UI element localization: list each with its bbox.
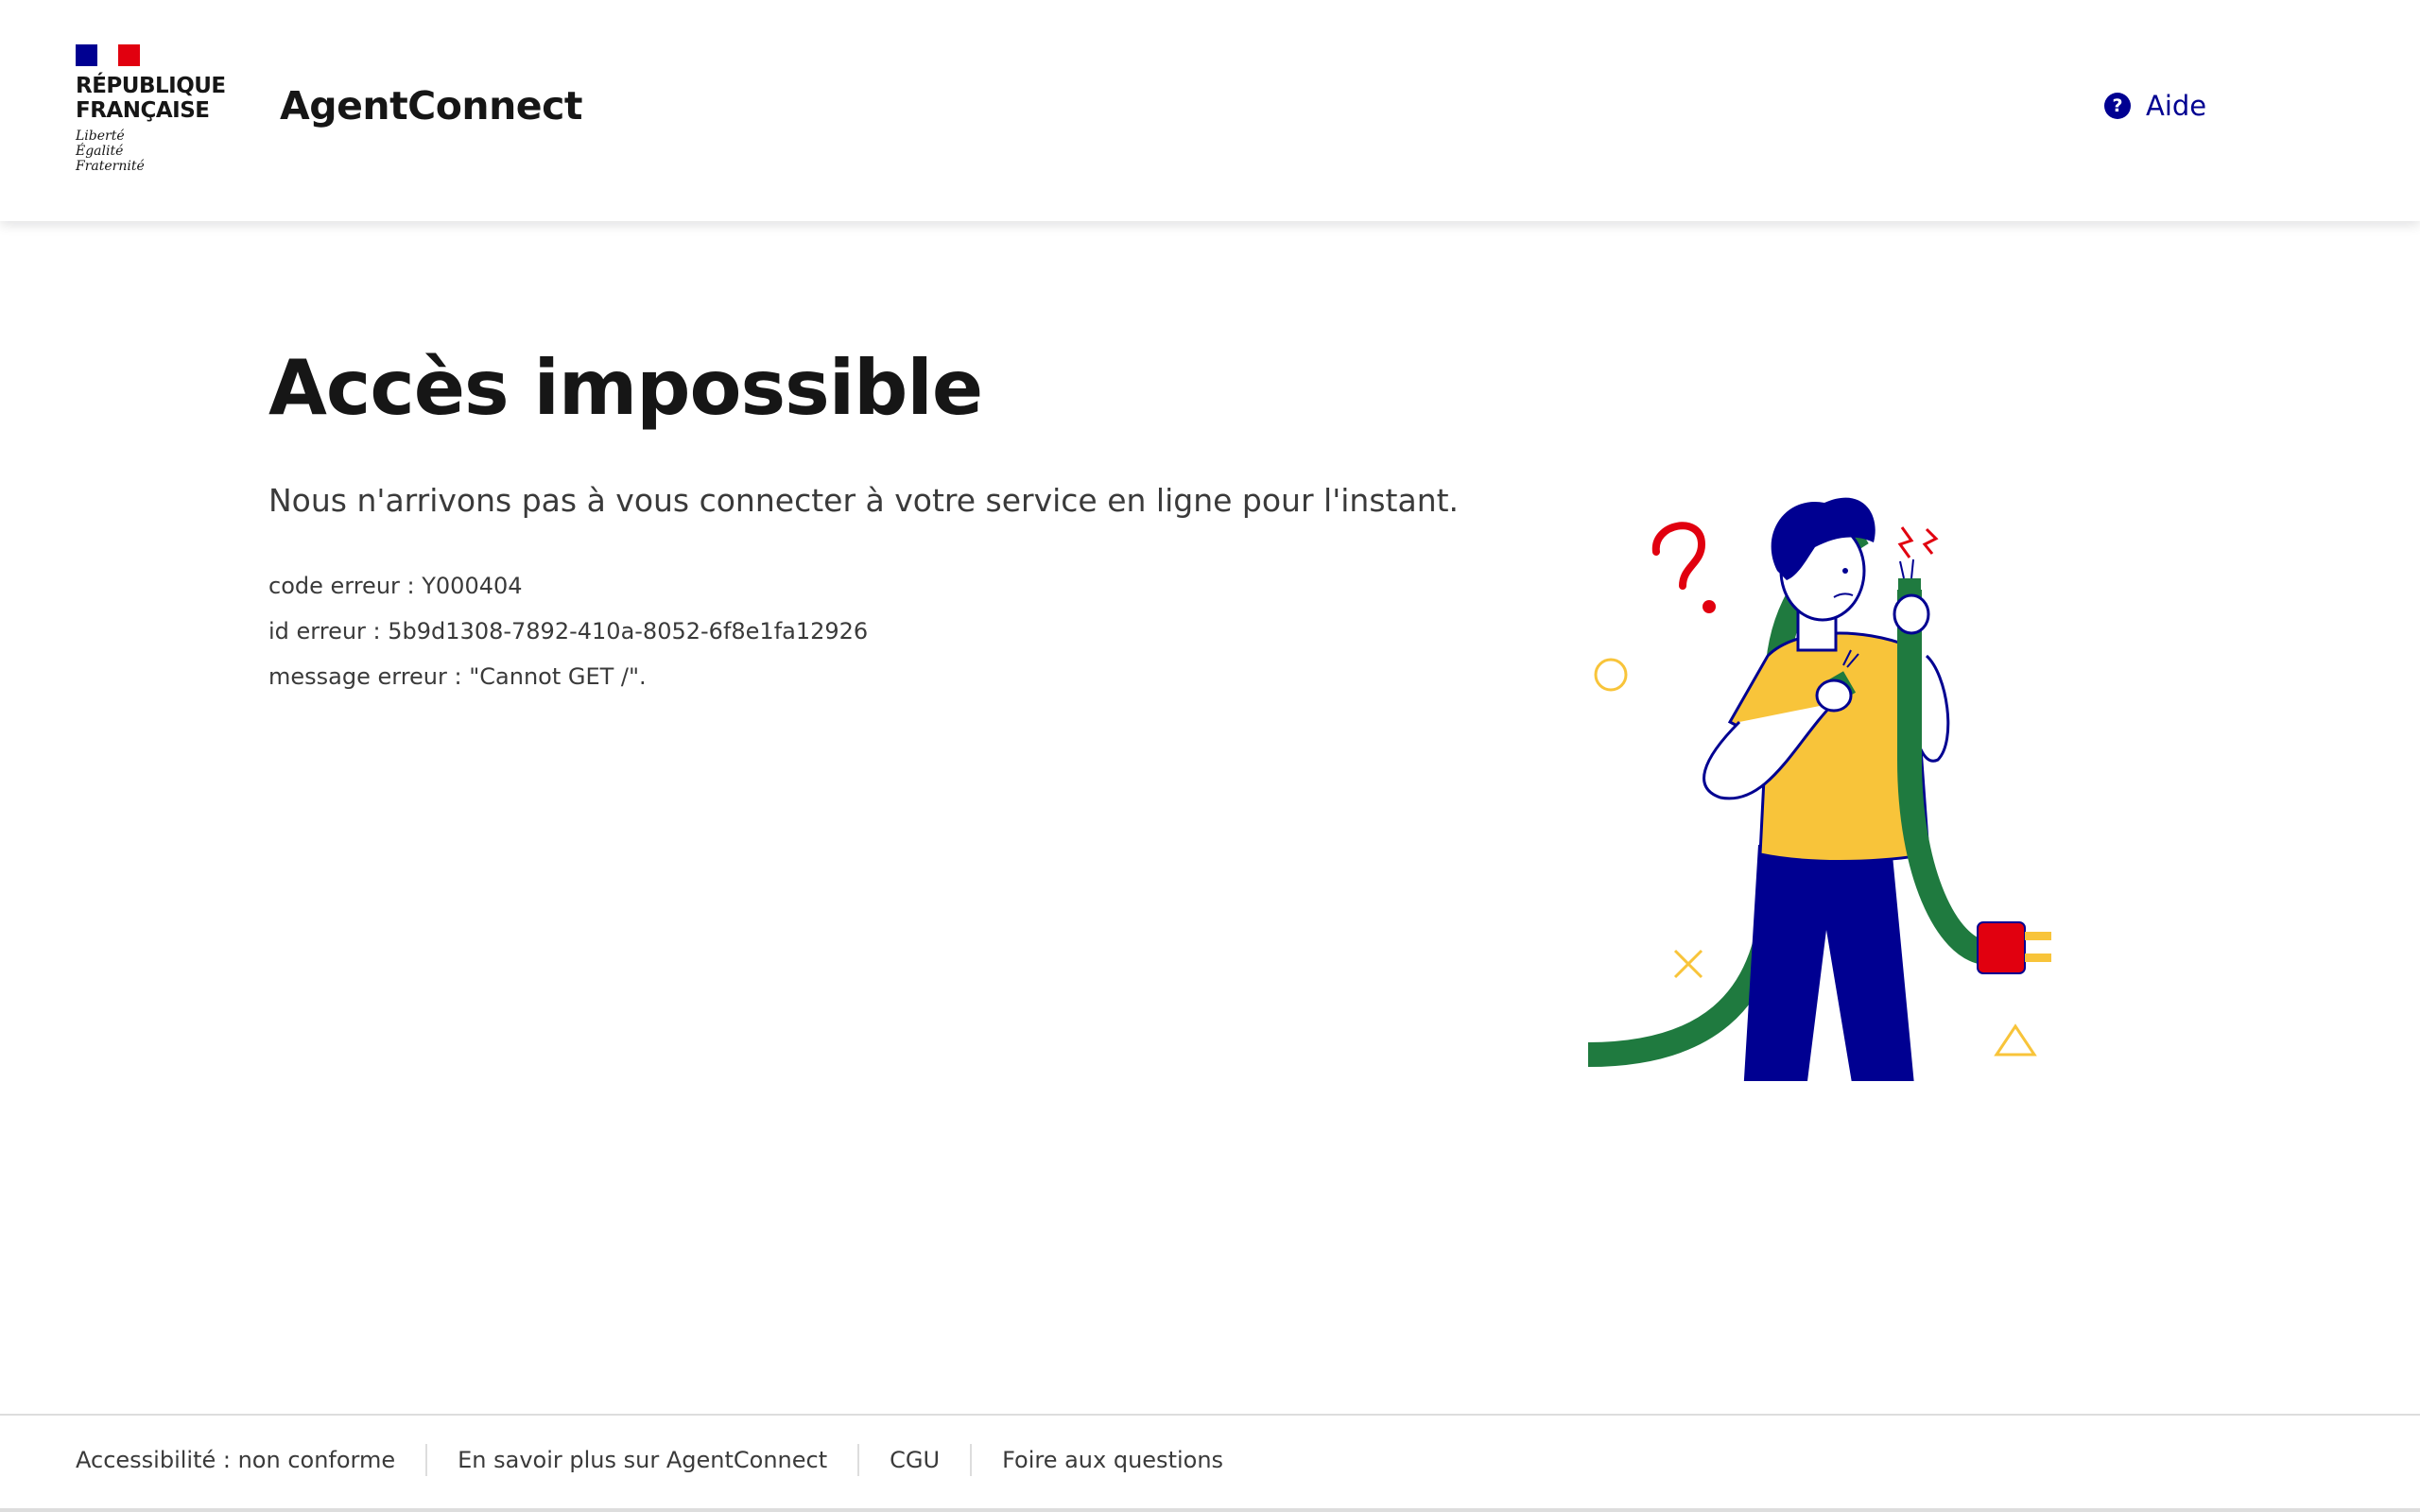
circle-decoration-icon [1594,658,1628,692]
main-content: Accès impossible Nous n'arrivons pas à v… [0,221,2420,1414]
question-circle-icon: ? [2104,93,2131,119]
electric-plug-icon [1977,921,2051,974]
footer-separator [857,1444,860,1476]
spark-icon [1897,526,1939,558]
motto-liberte: Liberté [76,129,125,144]
service-name[interactable]: AgentConnect [280,83,583,129]
footer-link-cgu[interactable]: CGU [890,1447,940,1473]
footer-separator [425,1444,428,1476]
site-footer: Accessibilité : non conforme En savoir p… [0,1414,2420,1512]
footer-link-faq[interactable]: Foire aux questions [1002,1447,1223,1473]
disconnected-cable-illustration [1587,497,2051,1081]
triangle-decoration-icon [1994,1023,2037,1057]
error-id: id erreur : 5b9d1308-7892-410a-8052-6f8e… [268,618,869,644]
pants-icon [1743,835,1914,1081]
republique-francaise-logo[interactable]: RÉPUBLIQUE FRANÇAISE Liberté Égalité Fra… [76,44,236,174]
question-mark-icon [1651,522,1716,613]
motto-fraternite: Fraternité [76,159,145,174]
motto-egalite: Égalité [76,144,124,159]
help-link[interactable]: ? Aide [2104,90,2206,122]
footer-separator [970,1444,973,1476]
page-title: Accès impossible [268,344,983,432]
footer-bottom-border [0,1508,2420,1512]
footer-link-accessibility[interactable]: Accessibilité : non conforme [76,1447,395,1473]
error-message: message erreur : "Cannot GET /". [268,663,647,690]
error-code: code erreur : Y000404 [268,573,523,599]
cross-decoration-icon [1673,949,1703,979]
help-label: Aide [2146,90,2207,122]
footer-link-about[interactable]: En savoir plus sur AgentConnect [458,1447,827,1473]
right-hand-icon [1893,593,1930,635]
logo-line-1: RÉPUBLIQUE [76,74,226,98]
footer-links: Accessibilité : non conforme En savoir p… [76,1444,1223,1476]
site-header: RÉPUBLIQUE FRANÇAISE Liberté Égalité Fra… [0,0,2420,221]
error-lead-text: Nous n'arrivons pas à vous connecter à v… [268,482,1460,519]
french-flag-icon [76,44,141,66]
cable-right-icon [1897,590,1988,965]
logo-line-2: FRANÇAISE [76,98,210,123]
